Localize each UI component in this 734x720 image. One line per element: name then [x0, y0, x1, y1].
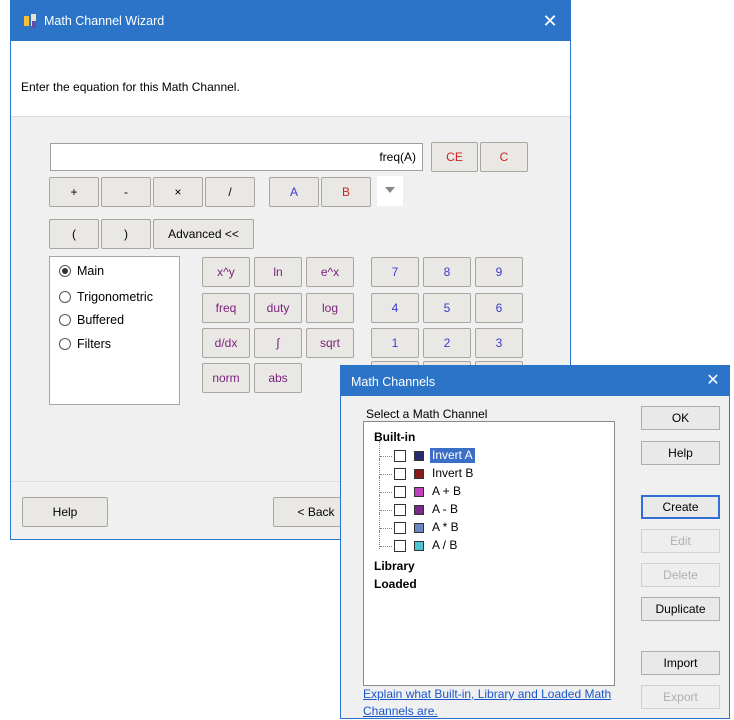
close-icon[interactable]: ✕ [702, 370, 724, 392]
integral-button[interactable]: ∫ [254, 328, 302, 358]
color-swatch [414, 451, 424, 461]
radio-icon[interactable] [59, 314, 71, 326]
channel-name: A / B [432, 538, 458, 552]
ln-button[interactable]: ln [254, 257, 302, 287]
advanced-toggle-button[interactable]: Advanced << [153, 219, 254, 249]
digit-1-button[interactable]: 1 [371, 328, 419, 358]
digit-8-button[interactable]: 8 [423, 257, 471, 287]
digit-9-button[interactable]: 9 [475, 257, 523, 287]
exp-button[interactable]: e^x [306, 257, 354, 287]
ok-button[interactable]: OK [641, 406, 720, 430]
channel-tree: Built-in Invert A Invert B A + B A - B A… [363, 421, 615, 686]
power-button[interactable]: x^y [202, 257, 250, 287]
radio-icon[interactable] [59, 265, 71, 277]
derivative-button[interactable]: d/dx [202, 328, 250, 358]
close-paren-button[interactable]: ) [101, 219, 151, 249]
wizard-help-button[interactable]: Help [22, 497, 108, 527]
channel-checkbox[interactable] [394, 522, 406, 534]
chevron-down-icon [385, 187, 395, 193]
multiply-button[interactable]: × [153, 177, 203, 207]
category-label: Filters [77, 337, 112, 351]
channel-name: Invert A [430, 448, 475, 463]
select-channel-label: Select a Math Channel [366, 407, 488, 421]
digit-7-button[interactable]: 7 [371, 257, 419, 287]
channel-a-button[interactable]: A [269, 177, 319, 207]
digit-3-button[interactable]: 3 [475, 328, 523, 358]
channel-checkbox[interactable] [394, 468, 406, 480]
divide-button[interactable]: / [205, 177, 255, 207]
channel-dropdown-button[interactable] [377, 176, 403, 206]
color-swatch [414, 523, 424, 533]
freq-button[interactable]: freq [202, 293, 250, 323]
digit-6-button[interactable]: 6 [475, 293, 523, 323]
minus-button[interactable]: - [101, 177, 151, 207]
channel-item-a-div-b[interactable]: A / B [374, 531, 604, 555]
color-swatch [414, 505, 424, 515]
category-label: Main [77, 264, 105, 278]
import-button[interactable]: Import [641, 651, 720, 675]
group-built-in[interactable]: Built-in [374, 430, 415, 444]
channel-name: A * B [432, 520, 459, 534]
wizard-title-bar[interactable]: Math Channel Wizard ✕ [11, 1, 570, 41]
channel-name: A - B [432, 502, 459, 516]
close-icon[interactable]: ✕ [539, 10, 561, 32]
edit-button[interactable]: Edit [641, 529, 720, 553]
wizard-header: Enter the equation for this Math Channel… [11, 41, 570, 117]
channel-item-a-minus-b[interactable]: A - B [374, 495, 604, 519]
delete-button[interactable]: Delete [641, 563, 720, 587]
abs-button[interactable]: abs [254, 363, 302, 393]
group-library[interactable]: Library [374, 559, 415, 573]
color-swatch [414, 487, 424, 497]
channel-name: Invert B [432, 466, 474, 480]
channels-title: Math Channels [351, 375, 436, 389]
clear-entry-button[interactable]: CE [431, 142, 478, 172]
channel-checkbox[interactable] [394, 486, 406, 498]
create-button[interactable]: Create [641, 495, 720, 519]
clear-button[interactable]: C [480, 142, 528, 172]
log-button[interactable]: log [306, 293, 354, 323]
channel-item-invert-a[interactable]: Invert A [374, 441, 604, 465]
channel-checkbox[interactable] [394, 450, 406, 462]
channel-name: A + B [432, 484, 462, 498]
math-channels-dialog: Math Channels ✕ Select a Math Channel Bu… [340, 365, 730, 719]
digit-4-button[interactable]: 4 [371, 293, 419, 323]
category-label: Trigonometric [77, 290, 153, 304]
color-swatch [414, 541, 424, 551]
wizard-title: Math Channel Wizard [44, 14, 165, 28]
duty-button[interactable]: duty [254, 293, 302, 323]
channel-item-a-plus-b[interactable]: A + B [374, 477, 604, 501]
digit-2-button[interactable]: 2 [423, 328, 471, 358]
help-button[interactable]: Help [641, 441, 720, 465]
channel-b-button[interactable]: B [321, 177, 371, 207]
channels-title-bar[interactable]: Math Channels ✕ [341, 366, 729, 396]
norm-button[interactable]: norm [202, 363, 250, 393]
app-icon [24, 14, 36, 28]
plus-button[interactable]: + [49, 177, 99, 207]
digit-5-button[interactable]: 5 [423, 293, 471, 323]
duplicate-button[interactable]: Duplicate [641, 597, 720, 621]
function-category-list: Main Trigonometric Buffered Filters [49, 256, 180, 405]
radio-icon[interactable] [59, 338, 71, 350]
export-button[interactable]: Export [641, 685, 720, 709]
help-link[interactable]: Explain what Built-in, Library and Loade… [363, 686, 623, 720]
channel-item-a-times-b[interactable]: A * B [374, 513, 604, 537]
category-label: Buffered [77, 313, 125, 327]
channel-checkbox[interactable] [394, 540, 406, 552]
color-swatch [414, 469, 424, 479]
wizard-prompt: Enter the equation for this Math Channel… [21, 80, 240, 94]
radio-icon[interactable] [59, 291, 71, 303]
equation-input[interactable]: freq(A) [50, 143, 423, 171]
channel-checkbox[interactable] [394, 504, 406, 516]
sqrt-button[interactable]: sqrt [306, 328, 354, 358]
open-paren-button[interactable]: ( [49, 219, 99, 249]
group-loaded[interactable]: Loaded [374, 577, 417, 591]
channel-item-invert-b[interactable]: Invert B [374, 459, 604, 483]
